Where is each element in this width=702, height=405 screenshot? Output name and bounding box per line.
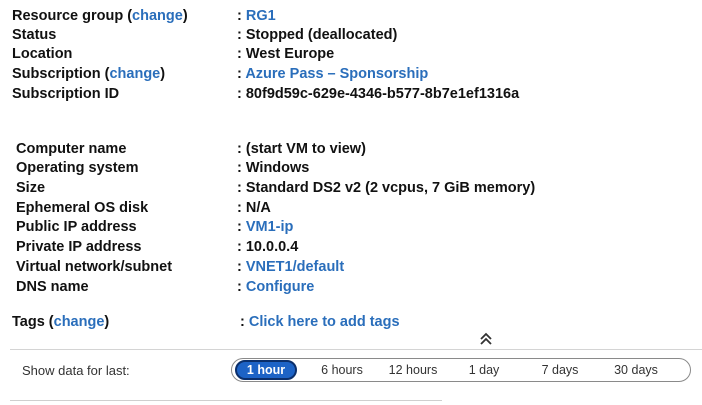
tags-label-row: Tags (change) <box>12 314 110 330</box>
subscription-value-row: : Azure Pass – Sponsorship <box>237 66 429 82</box>
ephemeral-os-disk-label: Ephemeral OS disk <box>16 200 149 216</box>
range-option-7-days[interactable]: 7 days <box>530 361 590 379</box>
resource-group-label-row: Resource group (change) <box>12 8 188 24</box>
size-label: Size <box>16 180 46 196</box>
tags-change-link[interactable]: change <box>54 314 105 330</box>
range-option-1-day[interactable]: 1 day <box>454 361 514 379</box>
tags-value-row: : Click here to add tags <box>240 314 400 330</box>
section-divider <box>10 349 702 350</box>
vnet-link[interactable]: VNET1/default <box>246 259 344 275</box>
subscription-id-value: 80f9d59c-629e-4346-b577-8b7e1ef1316a <box>245 86 520 102</box>
public-ip-label: Public IP address <box>16 219 137 235</box>
status-value: Stopped (deallocated) <box>245 27 398 43</box>
subscription-label: Subscription <box>12 66 101 82</box>
vnet-label: Virtual network/subnet <box>16 259 173 275</box>
tags-label: Tags <box>12 314 45 330</box>
subscription-id-label: Subscription ID <box>12 86 120 102</box>
range-option-30-days[interactable]: 30 days <box>604 361 668 379</box>
status-value-row: : Stopped (deallocated) <box>237 27 398 43</box>
private-ip-value: 10.0.0.4 <box>245 239 299 255</box>
subscription-id-value-row: : 80f9d59c-629e-4346-b577-8b7e1ef1316a <box>237 86 520 102</box>
subscription-label-row: Subscription (change) <box>12 66 166 82</box>
computer-name-value: (start VM to view) <box>245 141 366 157</box>
size-value-row: : Standard DS2 v2 (2 vcpus, 7 GiB memory… <box>237 180 536 196</box>
public-ip-value-row: : VM1-ip <box>237 219 294 235</box>
subscription-change-link[interactable]: change <box>109 66 160 82</box>
time-range-selector: 1 hour 6 hours 12 hours 1 day 7 days 30 … <box>231 358 691 382</box>
bottom-divider <box>10 400 442 401</box>
double-chevron-up-icon[interactable] <box>478 330 494 346</box>
location-value-row: : West Europe <box>237 46 335 62</box>
dns-configure-link[interactable]: Configure <box>246 279 314 295</box>
location-label: Location <box>12 46 73 62</box>
os-value: Windows <box>245 160 310 176</box>
public-ip-link[interactable]: VM1-ip <box>246 219 294 235</box>
resource-group-link[interactable]: RG1 <box>246 8 276 24</box>
private-ip-label: Private IP address <box>16 239 142 255</box>
vnet-value-row: : VNET1/default <box>237 259 345 275</box>
size-value: Standard DS2 v2 (2 vcpus, 7 GiB memory) <box>245 180 536 196</box>
show-data-label: Show data for last: <box>22 363 130 378</box>
ephemeral-os-disk-value: N/A <box>245 200 271 216</box>
computer-name-label: Computer name <box>16 141 127 157</box>
dns-name-label: DNS name <box>16 279 89 295</box>
dns-name-value-row: : Configure <box>237 279 315 295</box>
resource-group-change-link[interactable]: change <box>132 8 183 24</box>
location-value: West Europe <box>245 46 335 62</box>
add-tags-link[interactable]: Click here to add tags <box>249 314 400 330</box>
computer-name-value-row: : (start VM to view) <box>237 141 366 157</box>
resource-group-value-row: : RG1 <box>237 8 276 24</box>
os-value-row: : Windows <box>237 160 310 176</box>
resource-group-label: Resource group <box>12 8 124 24</box>
range-option-6-hours[interactable]: 6 hours <box>310 361 374 379</box>
private-ip-value-row: : 10.0.0.4 <box>237 239 299 255</box>
range-option-12-hours[interactable]: 12 hours <box>378 361 448 379</box>
subscription-link[interactable]: Azure Pass – Sponsorship <box>245 66 428 82</box>
range-option-1-hour[interactable]: 1 hour <box>235 360 297 380</box>
ephemeral-os-disk-value-row: : N/A <box>237 200 271 216</box>
status-label: Status <box>12 27 57 43</box>
os-label: Operating system <box>16 160 139 176</box>
